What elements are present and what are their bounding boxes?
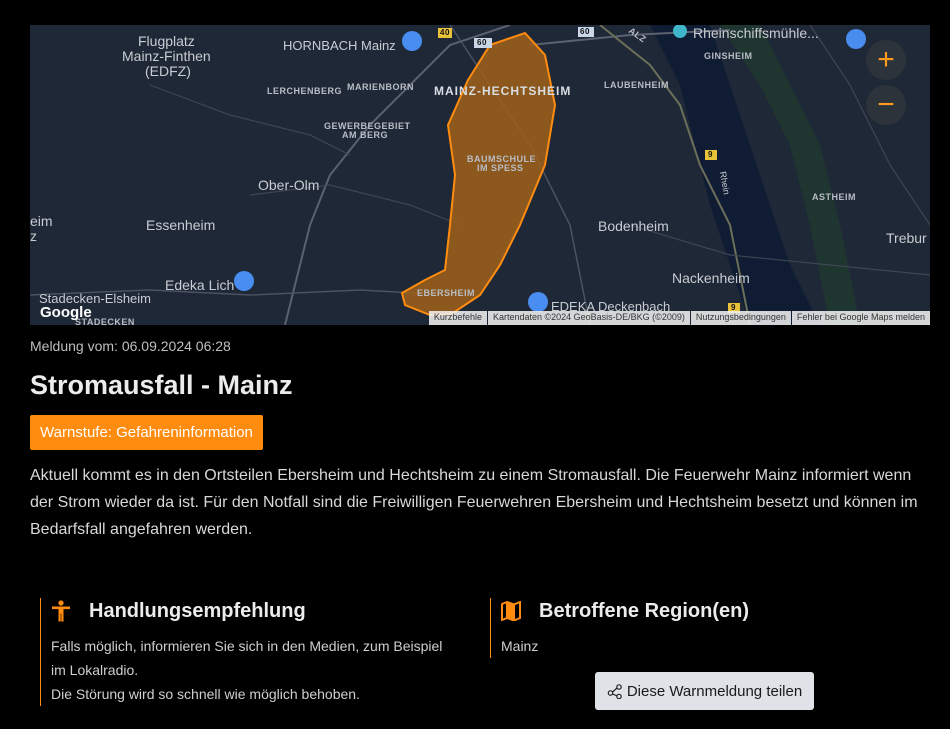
map-label-gewerbe-2: AM BERG <box>342 130 388 140</box>
person-icon <box>51 600 89 622</box>
map-label-edeka-lich: Edeka Lich <box>165 277 235 293</box>
warning-area-map[interactable]: Flugplatz Mainz-Finthen (EDFZ) HORNBACH … <box>30 25 930 325</box>
recommendation-heading: Handlungsempfehlung <box>89 599 306 622</box>
map-attribution: Kurzbefehle Kartendaten ©2024 GeoBasis-D… <box>428 311 930 325</box>
map-label-essenheim: Essenheim <box>146 217 216 233</box>
share-icon <box>607 684 622 699</box>
map-label-ebersheim: EBERSHEIM <box>417 288 476 298</box>
road-shield-9: 9 <box>708 150 713 159</box>
recommendation-line-2: im Lokalradio. <box>51 662 139 678</box>
warning-description: Aktuell kommt es in den Ortsteilen Ebers… <box>30 467 918 538</box>
map-label-baumschule-2: IM SPESS <box>477 163 524 173</box>
map-label-flugplatz-code: (EDFZ) <box>145 63 191 79</box>
zoom-out-button[interactable]: − <box>866 85 906 125</box>
recommendation-line-1: Falls möglich, informieren Sie sich in d… <box>51 638 443 654</box>
map-label-astheim: ASTHEIM <box>812 192 856 202</box>
map-label-nackenheim: Nackenheim <box>672 270 750 286</box>
map-label-trebur: Trebur <box>886 230 927 246</box>
map-label-eim: eim <box>30 213 53 229</box>
recommendation-section: Handlungsempfehlung Falls möglich, infor… <box>40 598 481 706</box>
region-value: Mainz <box>501 638 539 654</box>
map-label-lerchenberg: LERCHENBERG <box>267 86 343 96</box>
map-label-hechtsheim: MAINZ-HECHTSHEIM <box>434 84 572 98</box>
road-shield-60: 60 <box>477 38 487 47</box>
share-button-label: Diese Warnmeldung teilen <box>626 682 803 700</box>
warning-level-badge: Warnstufe: Gefahreninformation <box>30 415 263 450</box>
map-label-bodenheim: Bodenheim <box>598 218 669 234</box>
road-shield-60-east: 60 <box>580 27 590 36</box>
map-label-flugplatz-name: Mainz-Finthen <box>122 48 211 64</box>
map-label-oberolm: Ober-Olm <box>258 177 320 193</box>
report-error-link[interactable]: Fehler bei Google Maps melden <box>791 311 930 325</box>
google-logo: Google <box>40 304 92 321</box>
map-data-text: Kartendaten ©2024 GeoBasis-DE/BKG (©2009… <box>487 311 690 325</box>
map-label-z: z <box>30 228 37 244</box>
recommendation-line-3: Die Störung wird so schnell wie möglich … <box>51 686 360 702</box>
map-label-marienborn: MARIENBORN <box>347 82 414 92</box>
map-label-hornbach: HORNBACH Mainz <box>283 38 396 53</box>
map-label-ginsheim: GINSHEIM <box>704 51 753 61</box>
map-icon <box>501 601 539 621</box>
map-label-flugplatz: Flugplatz <box>138 33 195 49</box>
map-label-rheinschiffsmuehle: Rheinschiffsmühle... <box>693 25 819 41</box>
keyboard-shortcuts-link[interactable]: Kurzbefehle <box>428 311 487 325</box>
zoom-in-button[interactable]: + <box>866 40 906 80</box>
terms-link[interactable]: Nutzungsbedingungen <box>690 311 791 325</box>
minus-icon: − <box>877 88 895 121</box>
warning-title: Stromausfall - Mainz <box>30 370 293 400</box>
report-date: Meldung vom: 06.09.2024 06:28 <box>30 338 231 354</box>
plus-icon: + <box>877 43 895 76</box>
map-label-laubenheim: LAUBENHEIM <box>604 80 669 90</box>
region-section: Betroffene Region(en) Mainz <box>490 598 921 658</box>
share-warning-button[interactable]: Diese Warnmeldung teilen <box>595 672 814 710</box>
region-heading: Betroffene Region(en) <box>539 599 749 622</box>
road-shield-40: 40 <box>440 28 450 37</box>
